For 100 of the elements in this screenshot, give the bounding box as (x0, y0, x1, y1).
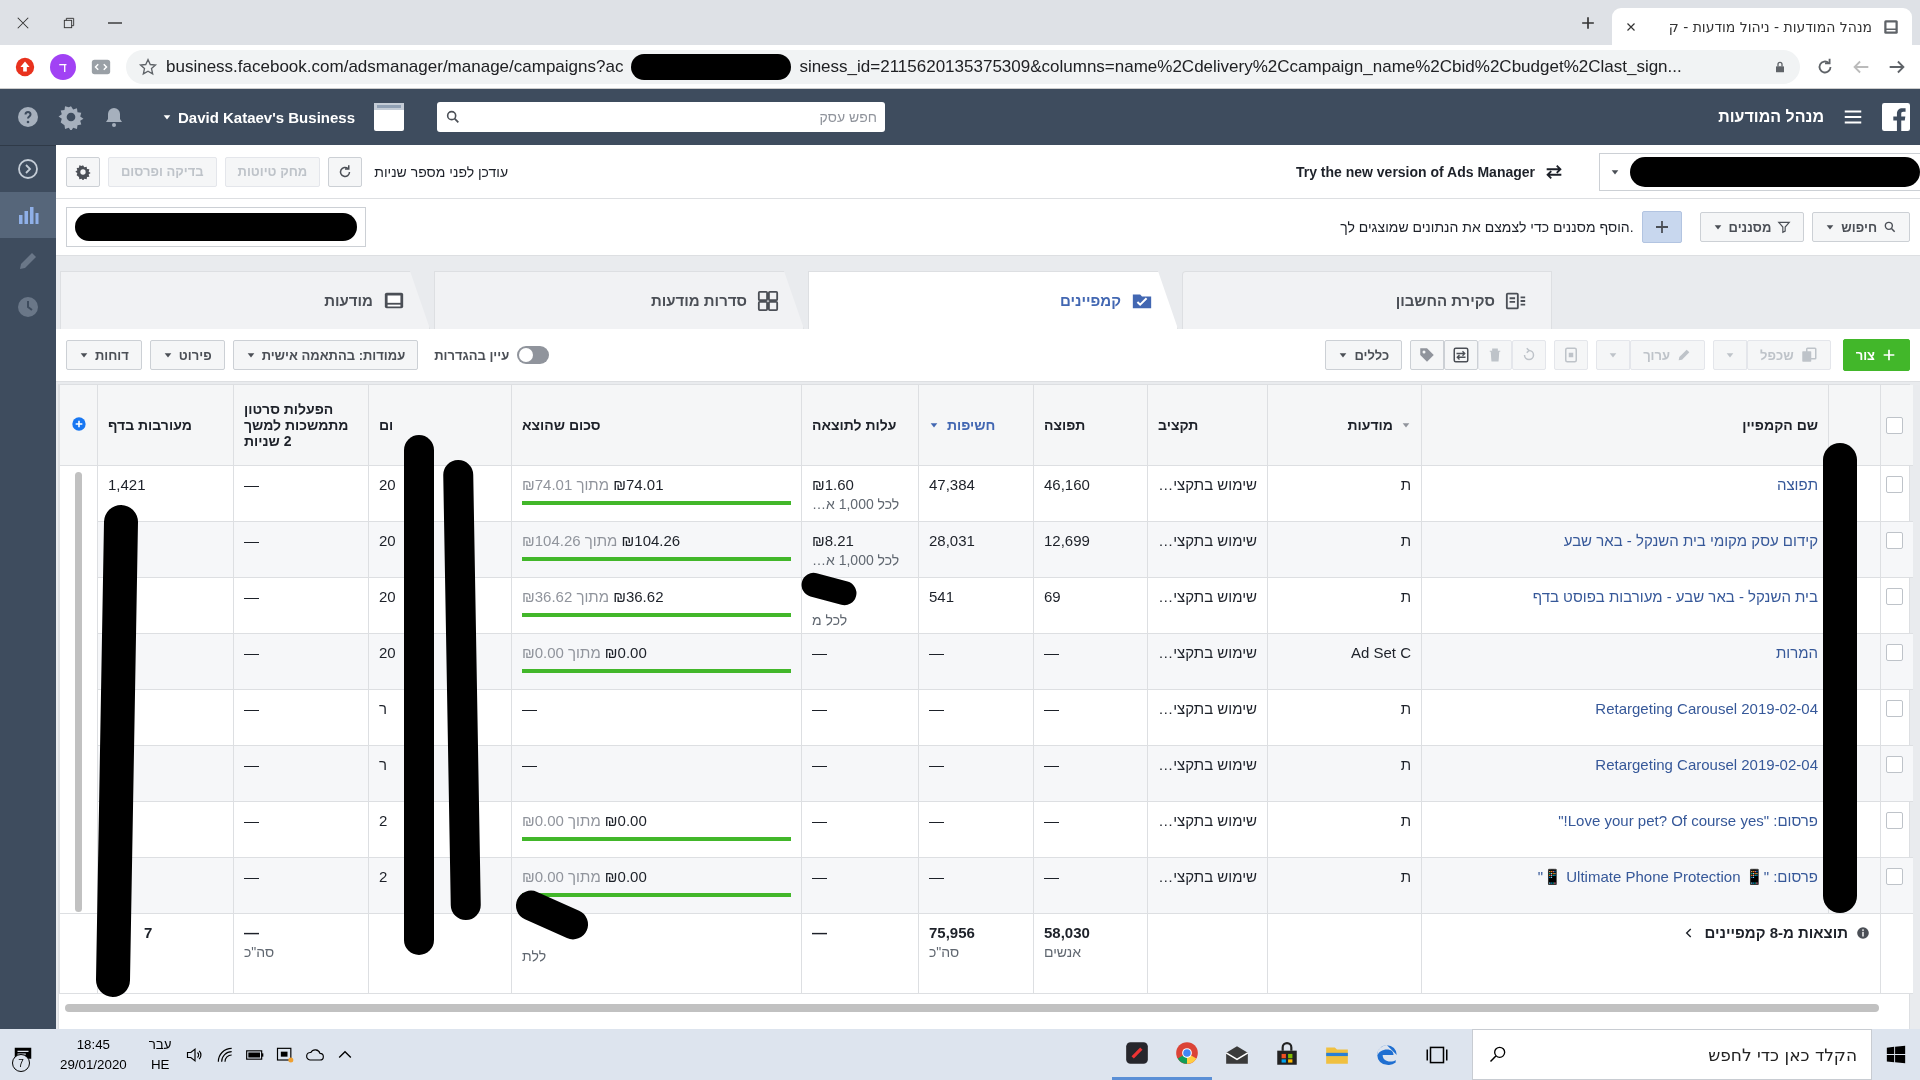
view-setup-toggle[interactable]: עיין בהגדרות (434, 346, 550, 364)
account-selector[interactable] (1599, 152, 1920, 191)
business-selector[interactable]: David Kataev's Business (144, 108, 355, 126)
row-checkbox[interactable] (1885, 756, 1903, 773)
tab[interactable]: סקירת החשבון (1182, 271, 1552, 329)
row-checkbox[interactable] (1885, 812, 1903, 829)
table-cell: שימוש בתקצי… (1158, 588, 1257, 605)
search-dropdown[interactable]: חיפוש (1812, 212, 1910, 242)
add-filter-button[interactable] (1641, 211, 1682, 243)
new-version-link[interactable]: Try the new version of Ads Manager (1295, 163, 1535, 180)
search-filter-field[interactable] (66, 207, 366, 247)
caret-icon (1825, 222, 1836, 232)
column-header[interactable]: תקציב (1158, 417, 1199, 433)
address-bar[interactable]: business.facebook.com/adsmanager/manage/campaigns?ac siness_id=2115620135375309&columns=name%2Cdelivery%2Ccampaign_name%2Cbid%2Cbudget%2Clast_sign... (126, 49, 1800, 84)
table-cell: — (1044, 756, 1059, 773)
campaign-name-link[interactable]: Retargeting Carousel 2019-02-04 (1595, 700, 1818, 717)
row-checkbox[interactable] (1885, 532, 1903, 549)
row-checkbox[interactable] (1885, 868, 1903, 885)
column-header[interactable]: עלות לתוצאה (812, 417, 897, 433)
table-cell: שימוש בתקצי… (1158, 700, 1257, 717)
caret-icon (79, 350, 89, 360)
ab-test-button[interactable] (1444, 340, 1479, 370)
table-cell: מתוך ₪0.00 (522, 812, 601, 829)
help-icon[interactable] (16, 105, 40, 129)
table-cell: 20 (379, 476, 396, 493)
search-icon[interactable] (445, 109, 461, 125)
settings-button[interactable] (66, 156, 100, 187)
table-cell: — (812, 756, 827, 773)
column-header[interactable]: חשיפות (929, 417, 996, 433)
sidebar-item[interactable] (0, 192, 56, 238)
column-header[interactable]: מעורבות בדף (108, 417, 192, 433)
table-cell: 7 (144, 924, 153, 941)
table-cell: ₪8.21 (812, 532, 854, 549)
table-cell: — (812, 924, 827, 941)
campaign-name-link[interactable]: תפוצה (1776, 476, 1818, 493)
tab[interactable]: סדרות מודעות (434, 271, 804, 329)
table-cell: 46,160 (1044, 476, 1090, 493)
row-checkbox[interactable] (1885, 476, 1903, 493)
table-cell: ₪104.26 (621, 532, 681, 549)
notifications-button[interactable]: 7 (0, 1029, 46, 1080)
add-column-icon[interactable] (70, 415, 87, 432)
tab[interactable]: מודעות (60, 271, 430, 329)
table-cell: — (929, 644, 944, 661)
table-cell-text: ללת (522, 948, 548, 964)
table-cell: — (244, 644, 259, 661)
breakdown-dropdown[interactable]: פירוט (149, 340, 225, 370)
columns-dropdown[interactable]: עמודות: בהתאמה אישית (232, 340, 419, 370)
column-header[interactable]: מודעות (1347, 417, 1411, 433)
star-icon[interactable] (138, 56, 158, 77)
extension-icon[interactable] (14, 55, 36, 78)
campaign-name-link[interactable]: קידום עסק מקומי בית השנקל - באר שבע (1563, 532, 1818, 549)
campaign-name-link[interactable]: בית השנקל - באר שבע - מעורבות בפוסט בדף (1532, 588, 1818, 605)
campaign-name-link[interactable]: המרות (1775, 644, 1818, 661)
column-header[interactable]: סכום שהוצא (522, 417, 601, 433)
column-header[interactable]: שם הקמפיין (1742, 417, 1818, 433)
table-cell: — (929, 700, 944, 717)
table-cell: 541 (929, 588, 955, 605)
table-cell: ת (1400, 868, 1411, 885)
table-cell: — (244, 700, 259, 717)
clock[interactable]: 18:45 29/01/2020 (46, 1029, 141, 1080)
row-checkbox[interactable] (1885, 588, 1903, 605)
clock-date: 29/01/2020 (60, 1055, 127, 1074)
table-cell: — (522, 756, 537, 773)
app-title: מנהל המודעות (1718, 108, 1824, 126)
profile-button[interactable]: ד (50, 53, 76, 80)
table-cell: — (1044, 644, 1059, 661)
refresh-button[interactable] (328, 156, 363, 187)
browser-tab[interactable]: מנהל המודעות - ניהול מודעות - ק (1612, 8, 1912, 45)
business-name: David Kataev's Business (178, 108, 355, 126)
logo-icon[interactable] (1882, 103, 1910, 131)
table-cell: ₪0.00 (604, 812, 647, 829)
table-cell: — (244, 812, 259, 829)
vertical-scrollbar[interactable] (75, 472, 82, 912)
business-search-field[interactable]: חפש עסק (437, 102, 885, 132)
filters-dropdown[interactable]: מסננים (1699, 212, 1805, 242)
column-header[interactable]: תפוצה (1044, 417, 1086, 433)
row-checkbox[interactable] (1885, 700, 1903, 717)
page-icon (1882, 17, 1900, 36)
language-code: HE (150, 1055, 170, 1074)
rules-dropdown[interactable]: כללים (1325, 340, 1403, 370)
select-all-checkbox[interactable] (1885, 416, 1903, 434)
table-cell: ת (1400, 812, 1411, 829)
settings-icon[interactable] (58, 104, 84, 130)
caret-icon (1712, 222, 1723, 232)
update-status: עודכן לפני מספר שניות (374, 163, 509, 180)
campaign-name-link[interactable]: Retargeting Carousel 2019-02-04 (1595, 756, 1818, 773)
row-checkbox[interactable] (1885, 644, 1903, 661)
toggle-switch[interactable] (517, 346, 550, 364)
table-cell: ת (1400, 588, 1411, 605)
filter-hint: הוסף מסננים כדי לצמצם את הנתונים שמוצגים לך. (1340, 219, 1634, 235)
column-header[interactable]: ום (379, 417, 394, 433)
language-name: עבר (148, 1035, 172, 1054)
table-cell: 20 (379, 644, 396, 661)
horizontal-scrollbar[interactable] (65, 1004, 1879, 1012)
campaign-name-link[interactable]: פרסום: "Love your pet? Of course yes!" (1558, 812, 1818, 829)
tab[interactable]: קמפיינים (808, 271, 1178, 329)
search-icon (1488, 1044, 1508, 1064)
info-icon[interactable] (1856, 925, 1870, 940)
reports-dropdown[interactable]: דוחות (66, 340, 142, 370)
taskbar-search-field[interactable]: הקלד כאן כדי לחפש (1472, 1029, 1872, 1080)
